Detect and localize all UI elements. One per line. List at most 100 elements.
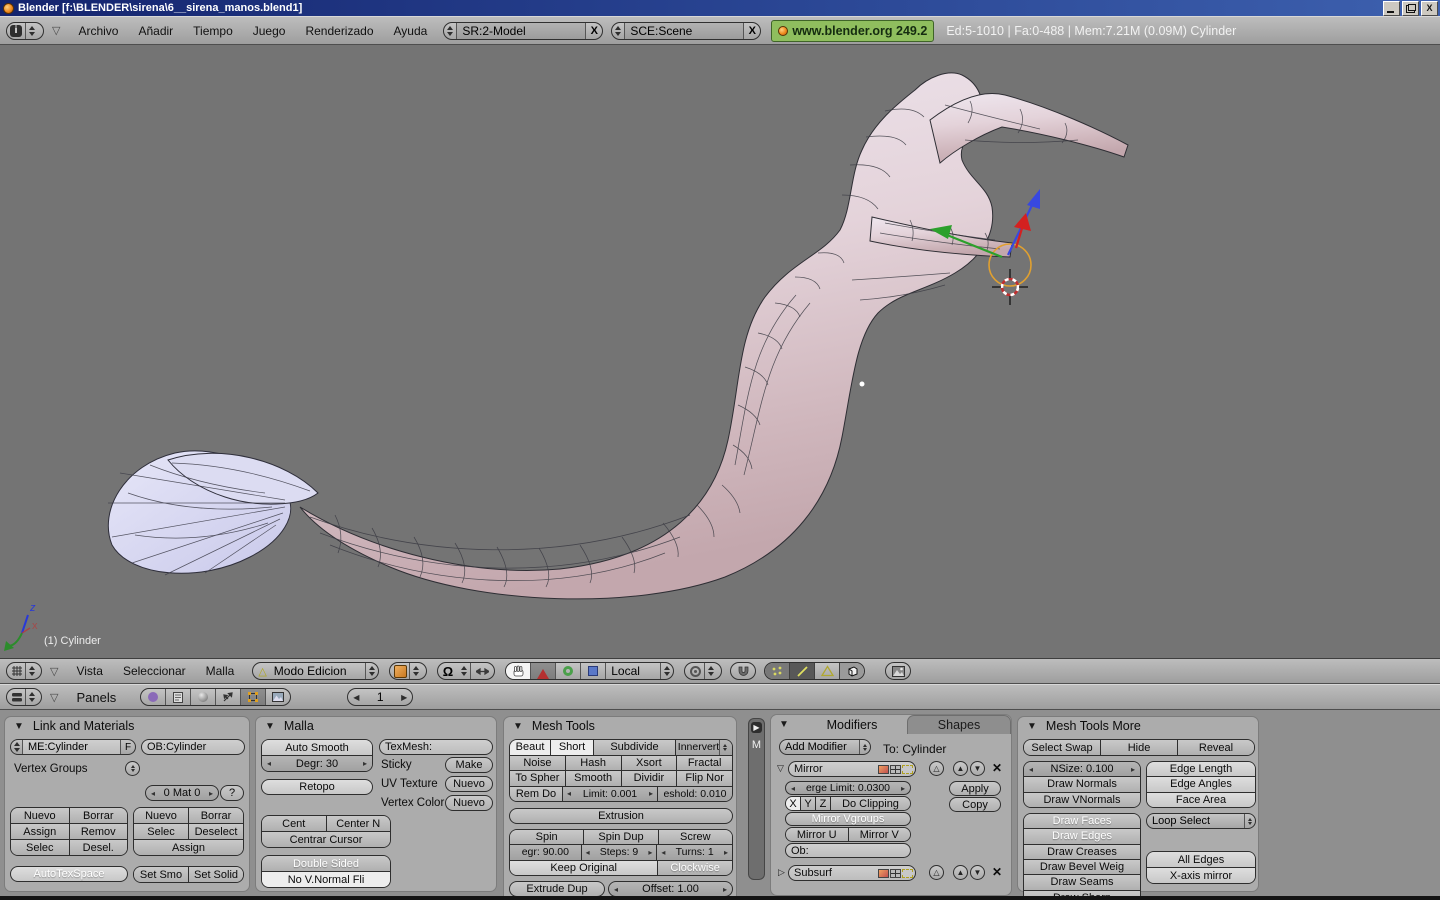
uv-texture-new-button[interactable]: Nuevo [445, 776, 493, 792]
texmesh-field[interactable]: TexMesh: [379, 739, 493, 755]
menu-seleccionar[interactable]: Seleccionar [123, 664, 186, 678]
occlude-geometry-button[interactable] [839, 663, 864, 679]
vertex-color-new-button[interactable]: Nuevo [445, 795, 493, 811]
all-edges-toggle[interactable]: All Edges [1147, 852, 1255, 867]
pivot-group[interactable]: Ω [437, 662, 495, 680]
panel-collapse-icon[interactable]: ▼ [265, 721, 275, 732]
material-help-button[interactable]: ? [220, 785, 244, 801]
menu-anadir[interactable]: Añadir [138, 24, 173, 38]
no-vnormal-flip-toggle[interactable]: No V.Normal Fli [262, 872, 390, 887]
mirror-apply-button[interactable]: Apply [949, 781, 1001, 796]
frame-stepper[interactable]: ◀ 1 ▶ [347, 688, 413, 706]
subsurf-delete-button[interactable]: ✕ [992, 865, 1002, 879]
3d-viewport[interactable]: z x (1) Cylinder [0, 45, 1440, 658]
snap-button[interactable] [730, 662, 756, 680]
menu-tiempo[interactable]: Tiempo [193, 24, 233, 38]
extrude-dup-button[interactable]: Extrude Dup [509, 881, 605, 896]
mat-deselect-button[interactable]: Deselect [188, 824, 243, 839]
xsort-button[interactable]: Xsort [621, 756, 677, 771]
menu-archivo[interactable]: Archivo [78, 24, 118, 38]
close-button[interactable]: X [1421, 1, 1438, 16]
mesh-name-field[interactable]: ME:Cylinder [23, 740, 120, 754]
mirror-apply-editcage-button[interactable]: △ [929, 761, 944, 776]
scene-stepper[interactable] [612, 23, 625, 39]
mirror-name-field[interactable]: Mirror [788, 761, 916, 777]
panels-collapse-icon[interactable]: ▽ [50, 691, 58, 704]
script-context-button[interactable] [165, 689, 190, 705]
threshold-field[interactable]: eshold: 0.010 [657, 787, 732, 802]
turns-field[interactable]: ◂Turns: 1▸ [656, 845, 732, 859]
menu-juego[interactable]: Juego [253, 24, 286, 38]
subsurf-apply-editcage-button[interactable]: △ [929, 865, 944, 880]
hash-button[interactable]: Hash [565, 756, 621, 771]
retopo-toggle[interactable]: Retopo [261, 779, 373, 795]
centre-button[interactable]: Cent [262, 816, 326, 831]
face-area-toggle[interactable]: Face Area [1147, 793, 1255, 807]
subsurf-name-field[interactable]: Subsurf [788, 865, 916, 881]
mirror-u-toggle[interactable]: Mirror U [786, 828, 848, 841]
mirror-expand-icon[interactable]: ▽ [777, 763, 784, 774]
auto-smooth-toggle[interactable]: Auto Smooth [262, 740, 372, 755]
draw-faces-toggle[interactable]: Draw Faces [1024, 814, 1140, 828]
draw-type-selector[interactable] [389, 662, 427, 680]
vertex-select-button[interactable] [765, 663, 789, 679]
vg-assign-button[interactable]: Assign [11, 824, 69, 839]
vertex-group-menu-button[interactable] [125, 761, 140, 776]
buttons-editor-type[interactable] [6, 688, 42, 706]
tab-shapes[interactable]: Shapes [907, 715, 1011, 734]
set-solid-button[interactable]: Set Solid [188, 867, 243, 882]
subsurf-render-icon[interactable] [878, 869, 889, 878]
frame-number[interactable]: 1 [377, 690, 384, 704]
steps-field[interactable]: ◂Steps: 9▸ [581, 845, 657, 859]
scene-selector[interactable]: SCE:Scene X [611, 22, 761, 40]
menu-vista[interactable]: Vista [76, 664, 102, 678]
centre-cursor-button[interactable]: Centrar Cursor [262, 832, 390, 847]
mirror-move-up-button[interactable]: ▲ [953, 761, 968, 776]
screen-stepper[interactable] [444, 23, 457, 39]
mat-assign-button[interactable]: Assign [134, 840, 243, 855]
screen-close-button[interactable]: X [585, 23, 602, 39]
panel-collapse-icon[interactable]: ▼ [513, 721, 523, 732]
hide-button[interactable]: Hide [1100, 740, 1177, 755]
fractal-button[interactable]: Fractal [676, 756, 732, 771]
mirror-y-toggle[interactable]: Y [800, 797, 815, 810]
panel-collapse-icon[interactable]: ▼ [1027, 721, 1037, 732]
expand-panel-icon[interactable]: ▶ [751, 722, 762, 733]
mirror-realtime-icon[interactable] [890, 765, 901, 774]
offset-field[interactable]: ◂Offset: 1.00▸ [608, 881, 733, 896]
render-preview-button[interactable] [885, 662, 911, 680]
dividir-button[interactable]: Dividir [621, 771, 677, 786]
degrees-field[interactable]: egr: 90.00 [510, 845, 581, 859]
loop-select-menu[interactable]: Loop Select [1146, 813, 1256, 829]
window-type-stepper[interactable] [25, 23, 38, 39]
rem-doubles-button[interactable]: Rem Do [510, 787, 562, 802]
header-collapse-icon[interactable]: ▽ [52, 24, 60, 37]
mirror-editmode-icon[interactable] [902, 765, 913, 774]
flip-normals-button[interactable]: Flip Nor [676, 771, 732, 786]
innervert-menu[interactable]: Innervert [675, 740, 732, 755]
material-index-field[interactable]: ◂ 0 Mat 0 ▸ [145, 785, 219, 801]
mat-borrar-button[interactable]: Borrar [188, 808, 243, 823]
manipulator-hand-button[interactable] [506, 663, 531, 679]
beauty-toggle[interactable]: Beaut [510, 740, 550, 755]
restore-button[interactable] [1402, 1, 1419, 16]
menu-ayuda[interactable]: Ayuda [394, 24, 428, 38]
draw-vnormals-toggle[interactable]: Draw VNormals [1024, 793, 1140, 807]
editing-context-button[interactable] [240, 689, 265, 705]
subsurf-editmode-icon[interactable] [902, 869, 913, 878]
extrusion-button[interactable]: Extrusion [509, 808, 733, 824]
proportional-edit-selector[interactable] [684, 662, 722, 680]
add-modifier-menu[interactable]: Add Modifier [779, 739, 871, 755]
mesh-datablock[interactable]: ME:Cylinder F [10, 739, 136, 755]
draw-normals-toggle[interactable]: Draw Normals [1024, 777, 1140, 791]
do-clipping-toggle[interactable]: Do Clipping [830, 797, 910, 810]
editor-type-stepper[interactable] [25, 663, 38, 679]
mirror-move-down-button[interactable]: ▼ [970, 761, 985, 776]
clockwise-toggle[interactable]: Clockwise [657, 861, 732, 875]
vg-borrar-button[interactable]: Borrar [69, 808, 128, 823]
fake-user-button[interactable]: F [120, 740, 135, 754]
subsurf-realtime-icon[interactable] [890, 869, 901, 878]
vg-deselect-button[interactable]: Desel. [69, 840, 128, 855]
draw-creases-toggle[interactable]: Draw Creases [1024, 845, 1140, 859]
mirror-x-toggle[interactable]: X [786, 797, 800, 810]
